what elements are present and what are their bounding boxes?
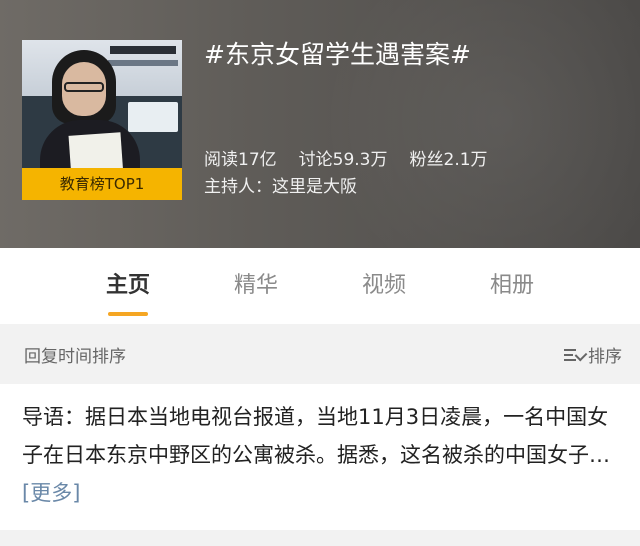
read-count: 阅读17亿 [204, 150, 277, 170]
topic-stats: 阅读17亿 讨论59.3万 粉丝2.1万 [204, 148, 510, 172]
sort-button[interactable]: 排序 [564, 342, 622, 367]
cover-rank-badge: 教育榜TOP1 [22, 168, 182, 200]
tab-featured[interactable]: 精华 [206, 270, 306, 302]
fan-count: 粉丝2.1万 [409, 150, 488, 170]
discussion-count: 讨论59.3万 [298, 150, 388, 170]
sort-bar: 回复时间排序 排序 [0, 324, 640, 384]
more-link[interactable]: [更多] [22, 481, 80, 505]
sort-icon [564, 347, 588, 363]
topic-title: #东京女留学生遇害案# [204, 40, 471, 69]
intro-card: 导语：据日本当地电视台报道，当地11月3日凌晨，一名中国女子在日本东京中野区的公… [0, 384, 640, 530]
tab-videos[interactable]: 视频 [334, 270, 434, 302]
topic-header: 教育榜TOP1 #东京女留学生遇害案# 阅读17亿 讨论59.3万 粉丝2.1万 主… [0, 0, 640, 248]
cover-person-glasses [64, 82, 104, 92]
sort-button-label: 排序 [588, 347, 622, 367]
cover-side-sign [128, 102, 178, 132]
tab-home[interactable]: 主页 [78, 270, 178, 302]
sort-order-label: 回复时间排序 [24, 347, 126, 367]
topic-cover-image[interactable]: 教育榜TOP1 [22, 40, 182, 200]
intro-body: 导语：据日本当地电视台报道，当地11月3日凌晨，一名中国女子在日本东京中野区的公… [22, 405, 610, 467]
topic-host[interactable]: 主持人：这里是大阪 [204, 175, 357, 199]
tab-bar: 主页 精华 视频 相册 [0, 248, 640, 324]
intro-text: 导语：据日本当地电视台报道，当地11月3日凌晨，一名中国女子在日本东京中野区的公… [22, 398, 618, 512]
tab-album[interactable]: 相册 [462, 270, 562, 302]
active-tab-indicator [108, 312, 148, 316]
